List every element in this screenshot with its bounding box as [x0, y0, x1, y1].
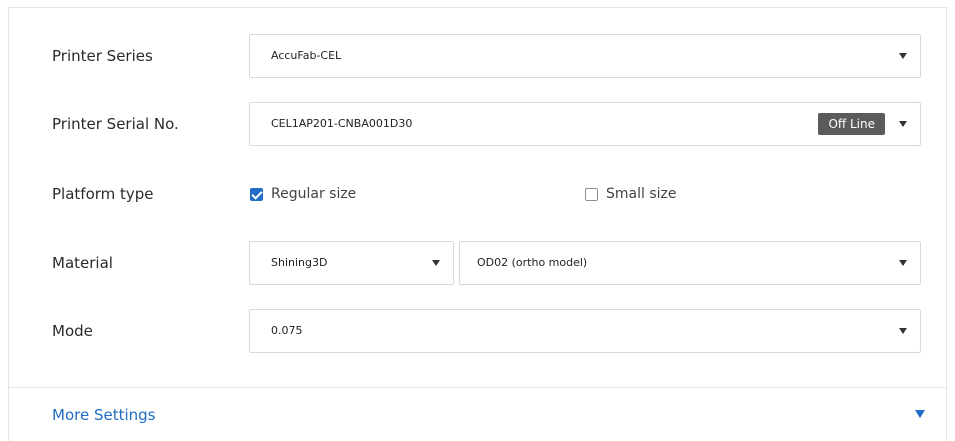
divider [9, 387, 946, 388]
more-settings-link[interactable]: More Settings [52, 400, 155, 430]
regular-size-label: Regular size [271, 186, 357, 202]
printer-serial-label: Printer Serial No. [52, 115, 179, 133]
chevron-down-icon [432, 260, 440, 266]
material-type-select[interactable]: OD02 (ortho model) [459, 241, 921, 285]
small-size-label: Small size [606, 186, 677, 202]
checkbox-unchecked-icon [585, 187, 598, 201]
mode-select[interactable]: 0.075 [249, 309, 921, 353]
material-type-value: OD02 (ortho model) [477, 256, 588, 269]
platform-type-row: Platform type Regular size Small size [9, 172, 946, 216]
material-brand-value: Shining3D [271, 256, 328, 269]
chevron-down-icon [899, 260, 907, 266]
printer-series-select[interactable]: AccuFab-CEL [249, 34, 921, 78]
material-brand-select[interactable]: Shining3D [249, 241, 454, 285]
printer-serial-row: Printer Serial No. CEL1AP201-CNBA001D30 … [9, 102, 946, 146]
printer-series-row: Printer Series AccuFab-CEL [9, 34, 946, 78]
printer-serial-value: CEL1AP201-CNBA001D30 [271, 117, 413, 130]
chevron-down-icon [899, 53, 907, 59]
mode-row: Mode 0.075 [9, 309, 946, 353]
printer-serial-select[interactable]: CEL1AP201-CNBA001D30 Off Line [249, 102, 921, 146]
chevron-down-icon [899, 328, 907, 334]
checkbox-checked-icon [250, 187, 263, 201]
printer-series-label: Printer Series [52, 47, 153, 65]
status-badge: Off Line [818, 113, 885, 135]
material-label: Material [52, 254, 113, 272]
regular-size-checkbox[interactable]: Regular size [250, 172, 356, 216]
chevron-down-icon [899, 121, 907, 127]
printer-settings-panel: Printer Series AccuFab-CEL Printer Seria… [8, 7, 947, 441]
mode-value: 0.075 [271, 324, 303, 337]
material-row: Material Shining3D OD02 (ortho model) [9, 241, 946, 285]
printer-series-value: AccuFab-CEL [271, 49, 342, 62]
mode-label: Mode [52, 322, 93, 340]
platform-type-label: Platform type [52, 185, 154, 203]
expand-triangle-icon[interactable] [915, 410, 925, 418]
small-size-checkbox[interactable]: Small size [585, 172, 676, 216]
